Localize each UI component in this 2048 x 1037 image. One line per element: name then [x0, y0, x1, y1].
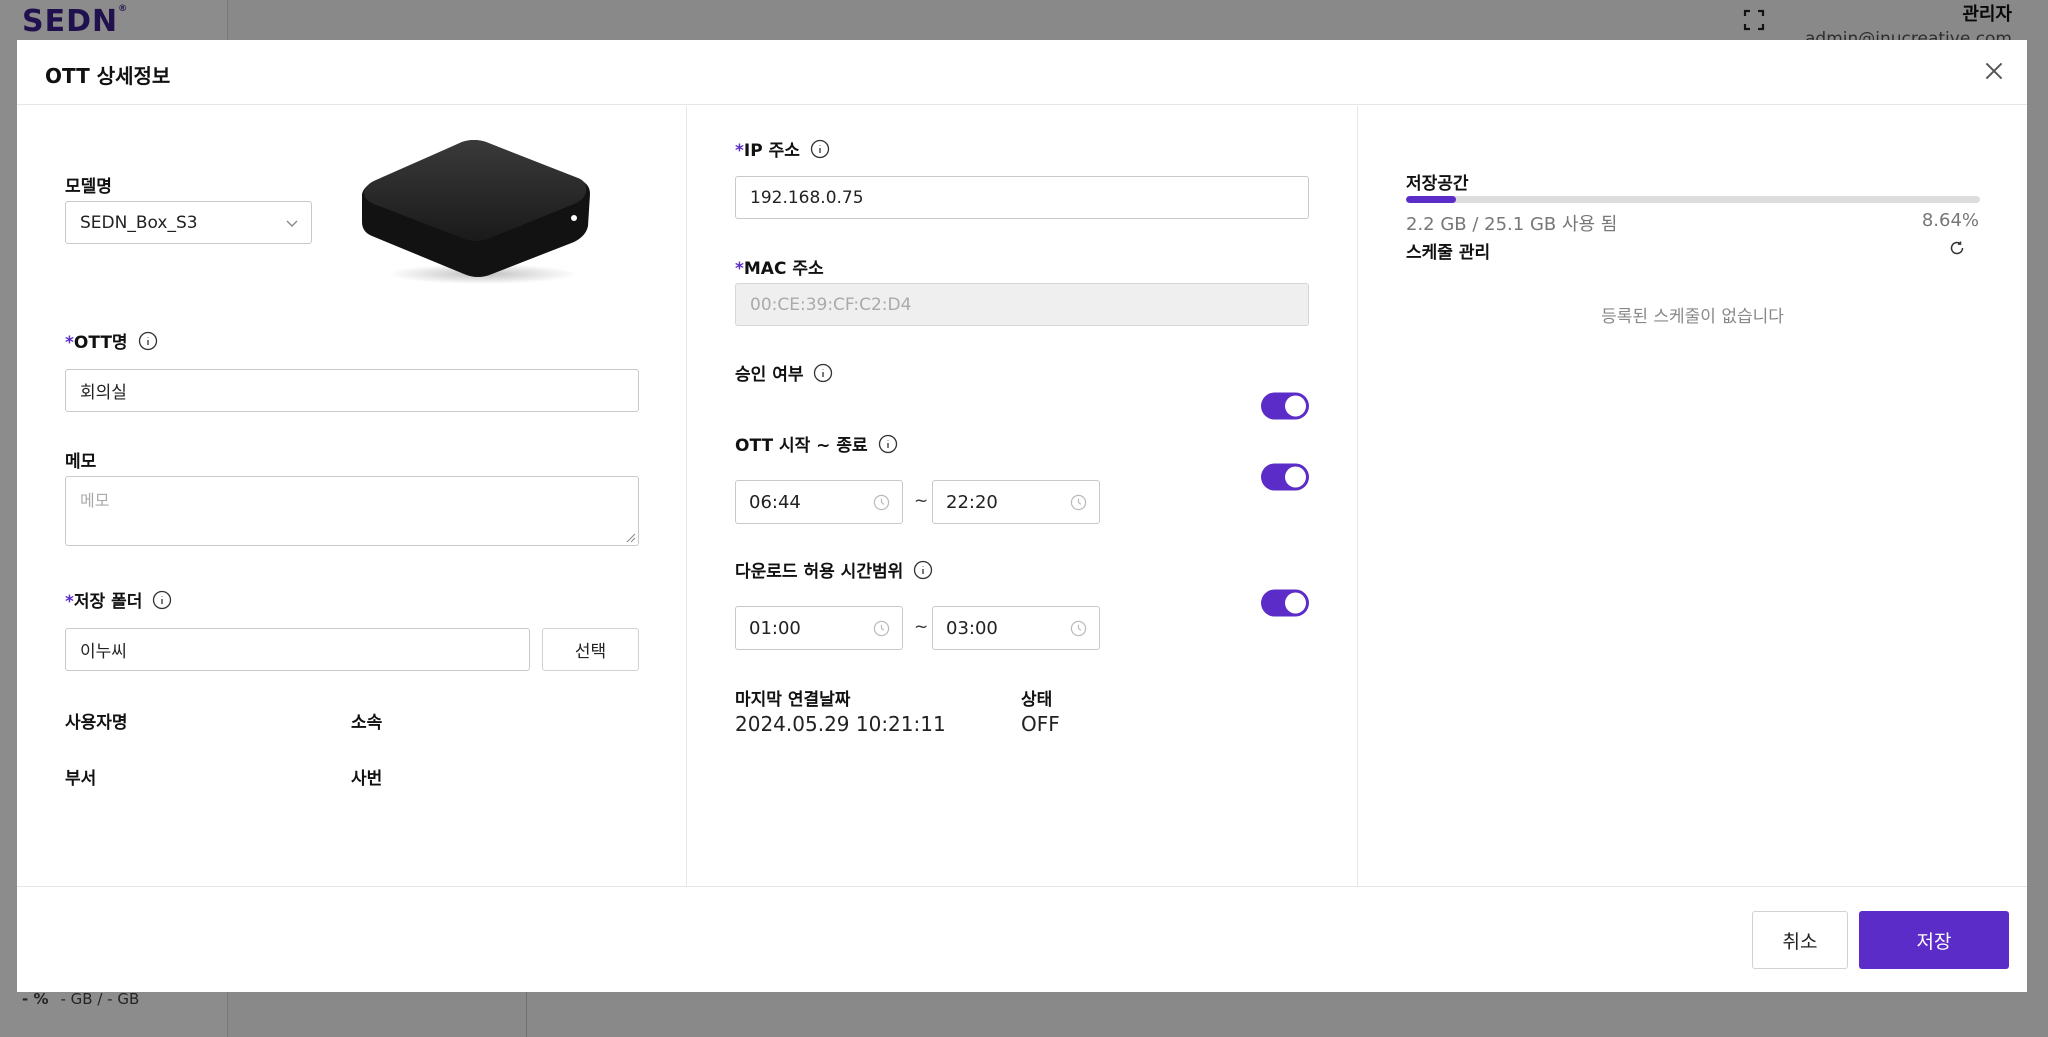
ott-start-time[interactable]: 06:44 [735, 480, 903, 524]
storage-percent-text: 8.64% [1921, 210, 1979, 231]
status-value: OFF [1021, 712, 1060, 736]
cancel-button[interactable]: 취소 [1752, 911, 1848, 969]
select-folder-button[interactable]: 선택 [542, 628, 639, 671]
info-icon[interactable] [878, 434, 898, 454]
download-time-label: 다운로드 허용 시간범위 [735, 557, 933, 582]
refresh-icon[interactable] [1948, 239, 1966, 257]
middle-column: *IP 주소 192.168.0.75 *MAC 주소 00:CE:39:CF:… [687, 106, 1358, 886]
memo-label: 메모 [65, 452, 97, 472]
employee-id-label: 사번 [351, 769, 383, 789]
info-icon[interactable] [810, 139, 830, 159]
affiliation-label: 소속 [351, 713, 383, 733]
ott-detail-modal: OTT 상세정보 모델명 SEDN_Box_S3 *OTT명 회의실 메모 메모… [17, 40, 2027, 992]
schedule-empty-message: 등록된 스케줄이 없습니다 [1601, 307, 1784, 327]
clock-icon [1070, 620, 1087, 637]
status-label: 상태 [1021, 690, 1053, 710]
info-icon[interactable] [152, 590, 172, 610]
device-image [362, 140, 590, 284]
clock-icon [873, 620, 890, 637]
storage-progress-fill [1406, 196, 1456, 203]
approval-label: 승인 여부 [735, 360, 833, 385]
resize-handle-icon[interactable] [626, 533, 636, 543]
modal-header: OTT 상세정보 [17, 40, 2027, 105]
clock-icon [1070, 494, 1087, 511]
right-column: 저장공간 2.2 GB / 25.1 GB 사용 됨 8.64% 스케줄 관리 … [1358, 106, 2027, 886]
mac-input: 00:CE:39:CF:C2:D4 [735, 283, 1309, 326]
ip-input[interactable]: 192.168.0.75 [735, 176, 1309, 219]
department-label: 부서 [65, 769, 97, 789]
download-start-time[interactable]: 01:00 [735, 606, 903, 650]
ott-time-toggle[interactable] [1261, 463, 1309, 491]
last-connected-value: 2024.05.29 10:21:11 [735, 712, 946, 736]
clock-icon [873, 494, 890, 511]
ott-name-input[interactable]: 회의실 [65, 369, 639, 412]
ott-time-label: OTT 시작 ~ 종료 [735, 431, 898, 456]
storage-label: 저장공간 [1406, 174, 1469, 194]
folder-label: *저장 폴더 [65, 587, 172, 612]
storage-progress-bar [1406, 196, 1980, 203]
user-name-label: 사용자명 [65, 713, 128, 733]
ott-end-time[interactable]: 22:20 [932, 480, 1100, 524]
modal-footer: 취소 저장 [17, 886, 2027, 992]
close-icon[interactable] [1981, 58, 2007, 84]
info-icon[interactable] [813, 363, 833, 383]
mac-label: *MAC 주소 [735, 259, 824, 279]
memo-textarea[interactable]: 메모 [65, 476, 639, 546]
info-icon[interactable] [138, 331, 158, 351]
folder-input[interactable]: 이누씨 [65, 628, 530, 671]
modal-title: OTT 상세정보 [45, 64, 171, 88]
info-icon[interactable] [913, 560, 933, 580]
approval-toggle[interactable] [1261, 392, 1309, 420]
schedule-label: 스케줄 관리 [1406, 243, 1491, 263]
time-separator: ~ [914, 617, 929, 637]
left-column: 모델명 SEDN_Box_S3 *OTT명 회의실 메모 메모 *저장 폴더 이… [17, 106, 687, 886]
chevron-down-icon [286, 220, 298, 227]
save-button[interactable]: 저장 [1859, 911, 2009, 969]
model-label: 모델명 [65, 177, 112, 197]
time-separator: ~ [914, 491, 929, 511]
download-end-time[interactable]: 03:00 [932, 606, 1100, 650]
ip-label: *IP 주소 [735, 136, 830, 161]
download-time-toggle[interactable] [1261, 589, 1309, 617]
ott-name-label: *OTT명 [65, 328, 158, 353]
model-select[interactable]: SEDN_Box_S3 [65, 201, 312, 244]
last-connected-label: 마지막 연결날짜 [735, 690, 851, 710]
storage-used-text: 2.2 GB / 25.1 GB 사용 됨 [1406, 214, 1618, 235]
